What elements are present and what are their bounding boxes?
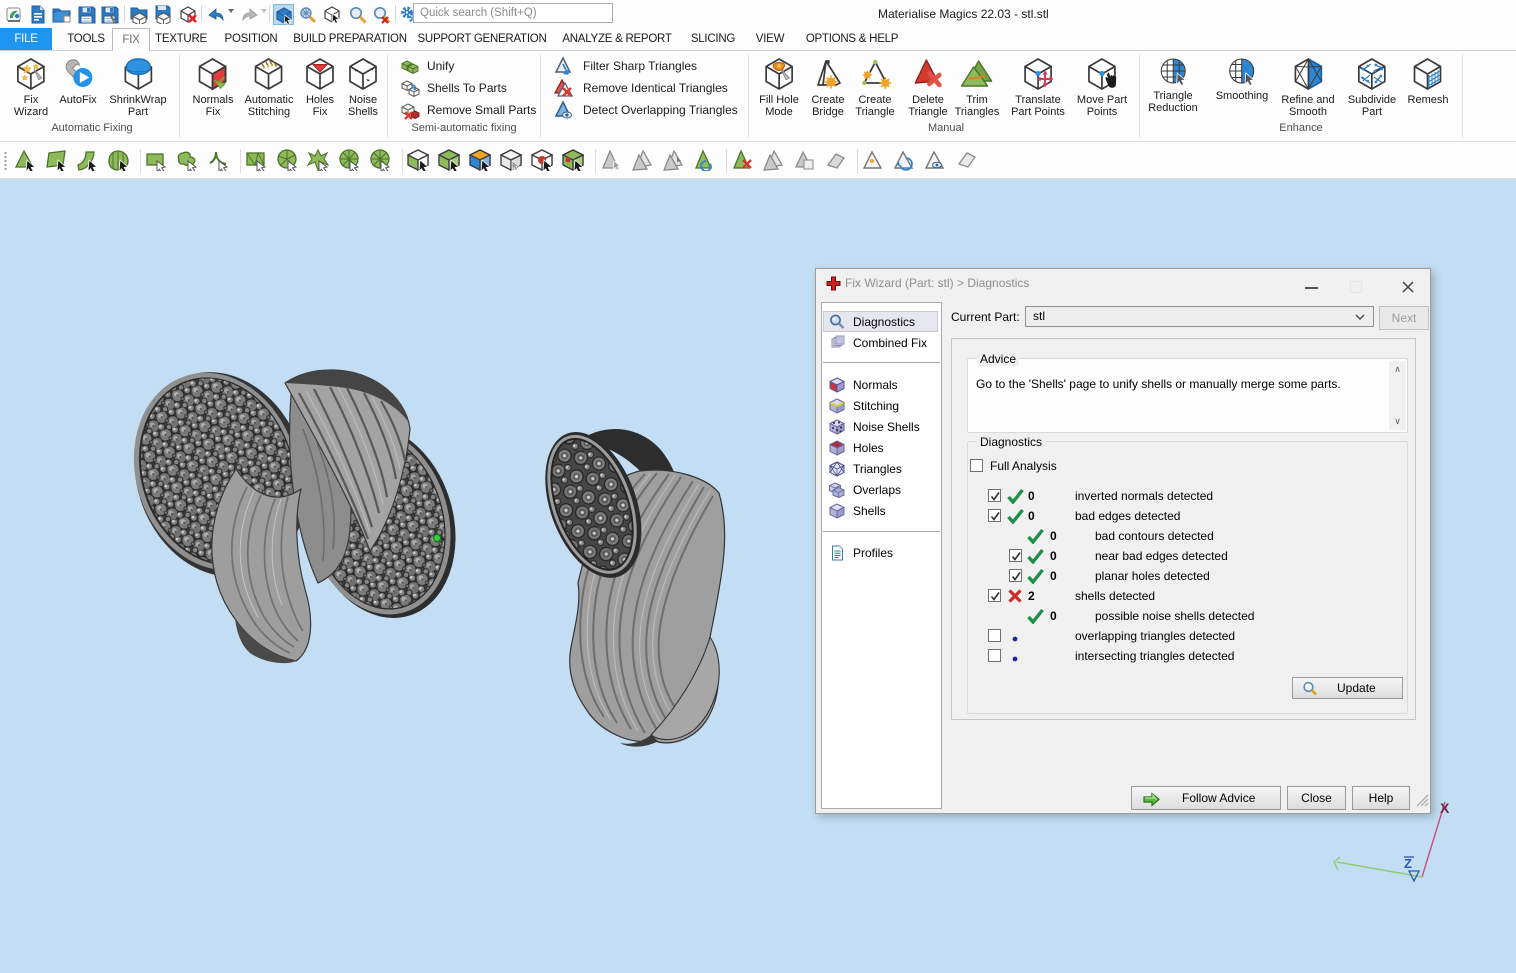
svg-text:X: X — [1440, 800, 1450, 816]
svg-text:Z: Z — [1404, 856, 1412, 871]
